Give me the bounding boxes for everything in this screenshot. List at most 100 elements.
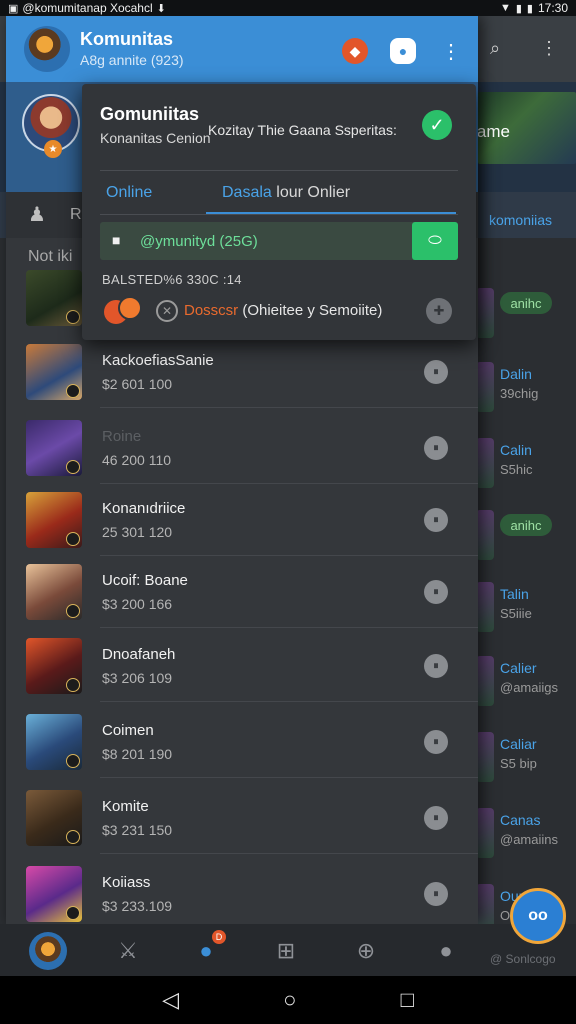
background-thumb (476, 808, 494, 858)
pause-icon[interactable]: ⏸ (424, 580, 448, 604)
nav-search[interactable]: ⊕ (346, 934, 386, 968)
list-item[interactable]: Coimen $8 201 190 ⏸ (6, 706, 478, 778)
background-row-subtitle: @amaiigs (500, 680, 558, 695)
status-left-text: @komumitanap Xocahcl (22, 1, 153, 15)
popup-tabs: Online Dasala lour Onlier (100, 180, 458, 214)
nav-home[interactable] (28, 932, 68, 970)
game-price: $3 233.109 (102, 898, 173, 914)
wifi-icon: ▼ (499, 2, 511, 14)
community-popup: Gomuniitas Konanitas Cenion Kozitay Thie… (82, 84, 476, 340)
list-item[interactable]: Roine 46 200 110 ⏸ (6, 412, 478, 484)
gamepad-icon: ⚔ (118, 938, 138, 963)
invite-field[interactable]: ■ @ymunityd (25G) ⬭ (100, 222, 458, 260)
game-thumbnail (26, 564, 82, 620)
drawer-title: Komunitas (80, 29, 174, 49)
platform-badge (66, 604, 80, 618)
pause-icon[interactable]: ⏸ (424, 436, 448, 460)
platform-badge (66, 532, 80, 546)
nav-chat[interactable]: ● D (186, 930, 226, 968)
unread-badge: D (212, 930, 226, 944)
nav-games[interactable]: ⚔ (108, 934, 148, 968)
divider (100, 627, 478, 628)
divider (100, 407, 478, 408)
pause-icon[interactable]: ⏸ (424, 360, 448, 384)
pause-icon[interactable]: ⏸ (424, 654, 448, 678)
list-item[interactable]: Dnoafaneh $3 206 109 ⏸ (6, 630, 478, 702)
game-thumbnail (26, 492, 82, 548)
pause-icon[interactable]: ⏸ (424, 508, 448, 532)
background-row: Dalin 39chig (476, 352, 576, 422)
community-logo[interactable] (24, 26, 70, 72)
divider (100, 701, 478, 702)
popup-description: Dosscsr (Ohieitee y Semoiite) (184, 302, 382, 319)
background-row-subtitle: 39chig (500, 386, 539, 401)
tab-data[interactable]: Dasala lour Onlier (222, 184, 350, 202)
background-row-subtitle: @amaiins (500, 832, 558, 847)
bell-icon: ◆ (349, 42, 361, 59)
back-icon[interactable]: ◁ (162, 987, 179, 1013)
home-icon[interactable]: ○ (283, 987, 296, 1013)
check-icon[interactable]: ✓ (422, 110, 452, 140)
status-pill[interactable]: anihc (500, 514, 552, 536)
tab-online[interactable]: Online (106, 184, 152, 202)
background-tab-label[interactable]: komoniias (489, 212, 552, 228)
notification-button[interactable]: ◆ (342, 38, 368, 64)
background-thumb (476, 510, 494, 560)
fab-button[interactable]: oo (510, 888, 566, 944)
game-name: Konanıdriice (102, 500, 186, 517)
background-row-title: Dalin (500, 366, 532, 382)
nav-grid[interactable]: ⊞ (266, 934, 306, 968)
list-item[interactable]: Konanıdriice 25 301 120 ⏸ (6, 484, 478, 556)
background-row: Talin S5iiie (476, 572, 576, 642)
more-icon[interactable]: ⋮ (540, 38, 558, 59)
banner-text: ame (476, 122, 510, 141)
background-row-title: Calin (500, 442, 532, 458)
status-pill[interactable]: anihc (500, 292, 552, 314)
game-thumbnail (26, 866, 82, 922)
game-price: $8 201 190 (102, 746, 173, 762)
background-row-subtitle: S5iiie (500, 606, 532, 621)
drawer-header: Komunitas A8g annite (923) ◆ ● ⋮ (6, 16, 478, 82)
divider (100, 853, 478, 854)
background-thumb (476, 438, 494, 488)
chat-button[interactable]: ● (390, 38, 416, 64)
pause-icon[interactable]: ⏸ (424, 806, 448, 830)
tab-data-rest: lour Onlier (271, 184, 351, 201)
platform-badge (66, 678, 80, 692)
list-item[interactable]: Komite $3 231 150 ⏸ (6, 782, 478, 854)
background-row: anihc (476, 278, 576, 348)
screen: ▣ @komumitanap Xocahcl ⬇ ▼ ▮ ▮ 17:30 ⌕ ⋮… (0, 0, 576, 1024)
fab-label: oo (528, 907, 548, 924)
popup-subtitle: Konanitas Cenion (100, 130, 211, 146)
game-name: Coimen (102, 722, 154, 739)
popup-title: Gomuniitas (100, 104, 200, 124)
pause-icon[interactable]: ⏸ (424, 882, 448, 906)
pause-icon[interactable]: ⏸ (424, 730, 448, 754)
platform-badge (66, 754, 80, 768)
user-icon: ♟ (28, 204, 46, 226)
game-name: Ucoif: Boane (102, 572, 188, 589)
platform-badge (66, 460, 80, 474)
game-thumbnail (26, 344, 82, 400)
game-thumbnail (26, 714, 82, 770)
link-button[interactable]: ⬭ (412, 222, 458, 260)
list-item[interactable]: KackoefiasSanie $2 601 100 ⏸ (6, 336, 478, 408)
signal-icon: ▮ (515, 2, 522, 15)
member-avatars[interactable] (104, 296, 148, 326)
list-item[interactable]: Koiiass $3 233.109 ⏸ (6, 858, 478, 924)
member-avatar (118, 296, 142, 320)
lock-icon: ■ (112, 232, 121, 248)
background-row-subtitle: S5 bip (500, 756, 537, 771)
quick-label: R (70, 206, 82, 223)
close-icon[interactable]: ✕ (156, 300, 178, 322)
game-thumbnail (26, 420, 82, 476)
nav-profile[interactable]: ● (426, 934, 466, 968)
community-logo (29, 932, 67, 970)
gear-icon[interactable]: ✚ (426, 298, 452, 324)
search-icon[interactable]: ⌕ (490, 38, 500, 59)
game-price: $2 601 100 (102, 376, 173, 392)
list-item[interactable]: Ucoif: Boane $3 200 166 ⏸ (6, 556, 478, 628)
game-name: Dnoafaneh (102, 646, 176, 663)
recents-icon[interactable]: □ (401, 987, 414, 1013)
more-button[interactable]: ⋮ (438, 38, 464, 64)
